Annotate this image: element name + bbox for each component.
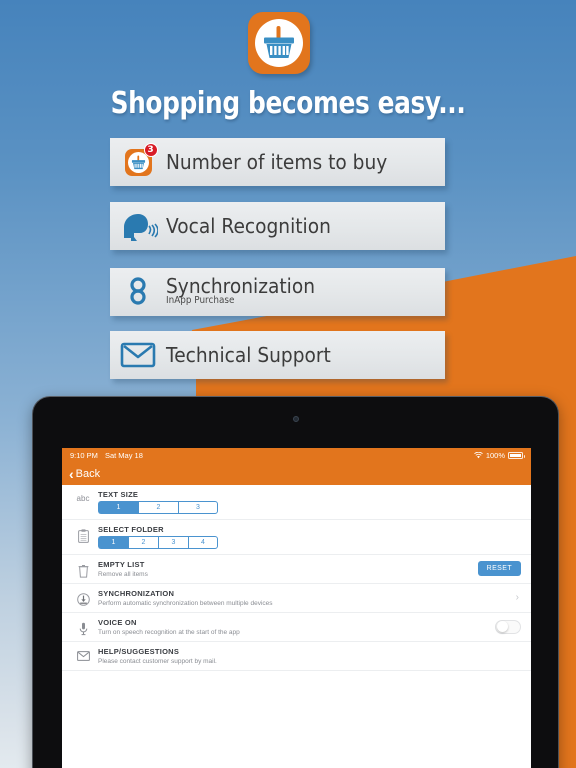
feature-icon-slot [110, 331, 166, 379]
settings-row-label: SELECT FOLDER [98, 525, 164, 534]
settings-row-body: HELP/SUGGESTIONS Please contact customer… [98, 646, 521, 665]
battery-icon [508, 452, 525, 459]
segment-option[interactable]: 3 [178, 501, 218, 514]
envelope-icon [68, 646, 98, 661]
nav-bar: ‹ Back [62, 463, 531, 485]
feature-icon-slot: 3 [110, 138, 166, 186]
back-button[interactable]: Back [76, 468, 100, 480]
microphone-icon [68, 617, 98, 636]
feature-title: Synchronization [166, 273, 315, 298]
reset-button[interactable]: RESET [477, 561, 521, 576]
settings-row-synchronization[interactable]: SYNCHRONIZATION Perform automatic synchr… [62, 584, 531, 613]
segment-option[interactable]: 2 [128, 536, 158, 549]
segment-option[interactable]: 4 [188, 536, 218, 549]
clipboard-glyph-icon [77, 529, 89, 543]
settings-row-select-folder[interactable]: SELECT FOLDER 1 2 3 4 [62, 520, 531, 555]
status-bar-left: 9:10 PM Sat May 18 [70, 451, 143, 460]
feature-icon-slot [110, 202, 166, 250]
promo-screenshot: Shopping becomes easy... 3 Number of ite… [0, 0, 576, 768]
envelope-icon [120, 342, 156, 368]
status-time: 9:10 PM [70, 451, 98, 460]
status-bar: 9:10 PM Sat May 18 100% [62, 448, 531, 463]
settings-row-desc: Remove all items [98, 571, 148, 578]
shopping-basket-icon [264, 26, 294, 58]
settings-row-body: EMPTY LIST Remove all items [98, 559, 472, 578]
text-size-segmented-control[interactable]: 1 2 3 [98, 501, 521, 514]
settings-row-label: TEXT SIZE [98, 490, 139, 499]
clipboard-icon [68, 524, 98, 543]
segment-option[interactable]: 1 [98, 536, 128, 549]
chevron-left-icon[interactable]: ‹ [69, 467, 74, 481]
envelope-glyph-icon [76, 651, 90, 661]
feature-title: Number of items to buy [166, 150, 388, 174]
tablet-device: 9:10 PM Sat May 18 100% ‹ Back abc TEXT … [32, 396, 559, 768]
settings-row-text-size[interactable]: abc TEXT SIZE 1 2 3 [62, 485, 531, 520]
settings-row-empty-list[interactable]: EMPTY LIST Remove all items RESET [62, 555, 531, 584]
feature-title: Technical Support [166, 343, 331, 367]
settings-row-desc: Turn on speech recognition at the start … [98, 629, 240, 636]
feature-text: Technical Support [166, 343, 445, 367]
settings-row-desc: Perform automatic synchronization betwee… [98, 600, 273, 607]
battery-percent: 100% [485, 451, 505, 460]
wifi-icon [473, 452, 483, 459]
status-bar-right: 100% [473, 451, 525, 460]
app-icon [248, 12, 310, 74]
tablet-screen: 9:10 PM Sat May 18 100% ‹ Back abc TEXT … [62, 448, 531, 768]
status-date: Sat May 18 [104, 451, 143, 460]
chevron-right-icon[interactable]: › [516, 592, 521, 603]
trash-icon [68, 559, 98, 578]
settings-row-label: HELP/SUGGESTIONS [98, 647, 180, 656]
basket-app-icon: 3 [124, 142, 158, 176]
sync-glyph-icon [76, 593, 90, 606]
feature-row-synchronization[interactable]: Synchronization InApp Purchase [110, 268, 445, 316]
abc-glyph: abc [76, 494, 90, 503]
settings-list: abc TEXT SIZE 1 2 3 SELECT FOLDER 1 2 3 … [62, 485, 531, 671]
item-count-badge: 3 [143, 142, 158, 157]
segment-option[interactable]: 3 [158, 536, 188, 549]
feature-icon-slot [110, 268, 166, 316]
feature-title: Vocal Recognition [166, 214, 331, 238]
settings-row-label: EMPTY LIST [98, 560, 145, 569]
segment-option[interactable]: 1 [98, 501, 138, 514]
feature-subtitle: InApp Purchase [166, 294, 235, 306]
settings-row-body: VOICE ON Turn on speech recognition at t… [98, 617, 489, 636]
voice-on-toggle[interactable] [495, 619, 521, 634]
feature-text: Vocal Recognition [166, 214, 445, 238]
trash-glyph-icon [78, 565, 88, 578]
microphone-glyph-icon [79, 622, 87, 636]
feature-row-vocal-recognition[interactable]: Vocal Recognition [110, 202, 445, 250]
front-camera-icon [292, 416, 299, 422]
settings-row-control: RESET [472, 561, 521, 576]
feature-row-technical-support[interactable]: Technical Support [110, 331, 445, 379]
segment-option[interactable]: 2 [138, 501, 178, 514]
settings-row-desc: Please contact customer support by mail. [98, 658, 217, 665]
settings-row-voice-on[interactable]: VOICE ON Turn on speech recognition at t… [62, 613, 531, 642]
sync-arrow-icon [68, 588, 98, 606]
settings-row-control: › [510, 592, 521, 603]
abc-text-icon: abc [68, 489, 98, 503]
feature-text: Synchronization InApp Purchase [166, 273, 445, 306]
settings-row-control [489, 619, 521, 634]
feature-text: Number of items to buy [166, 150, 445, 174]
settings-row-body: SELECT FOLDER 1 2 3 4 [98, 524, 521, 549]
settings-row-help-suggestions[interactable]: HELP/SUGGESTIONS Please contact customer… [62, 642, 531, 671]
settings-row-label: SYNCHRONIZATION [98, 589, 175, 598]
settings-row-label: VOICE ON [98, 618, 137, 627]
speaking-head-icon [124, 214, 158, 241]
headline: Shopping becomes easy... [110, 86, 466, 121]
chain-link-icon [130, 277, 146, 305]
feature-row-items-count[interactable]: 3 Number of items to buy [110, 138, 445, 186]
settings-row-body: TEXT SIZE 1 2 3 [98, 489, 521, 514]
settings-row-body: SYNCHRONIZATION Perform automatic synchr… [98, 588, 510, 607]
select-folder-segmented-control[interactable]: 1 2 3 4 [98, 536, 521, 549]
